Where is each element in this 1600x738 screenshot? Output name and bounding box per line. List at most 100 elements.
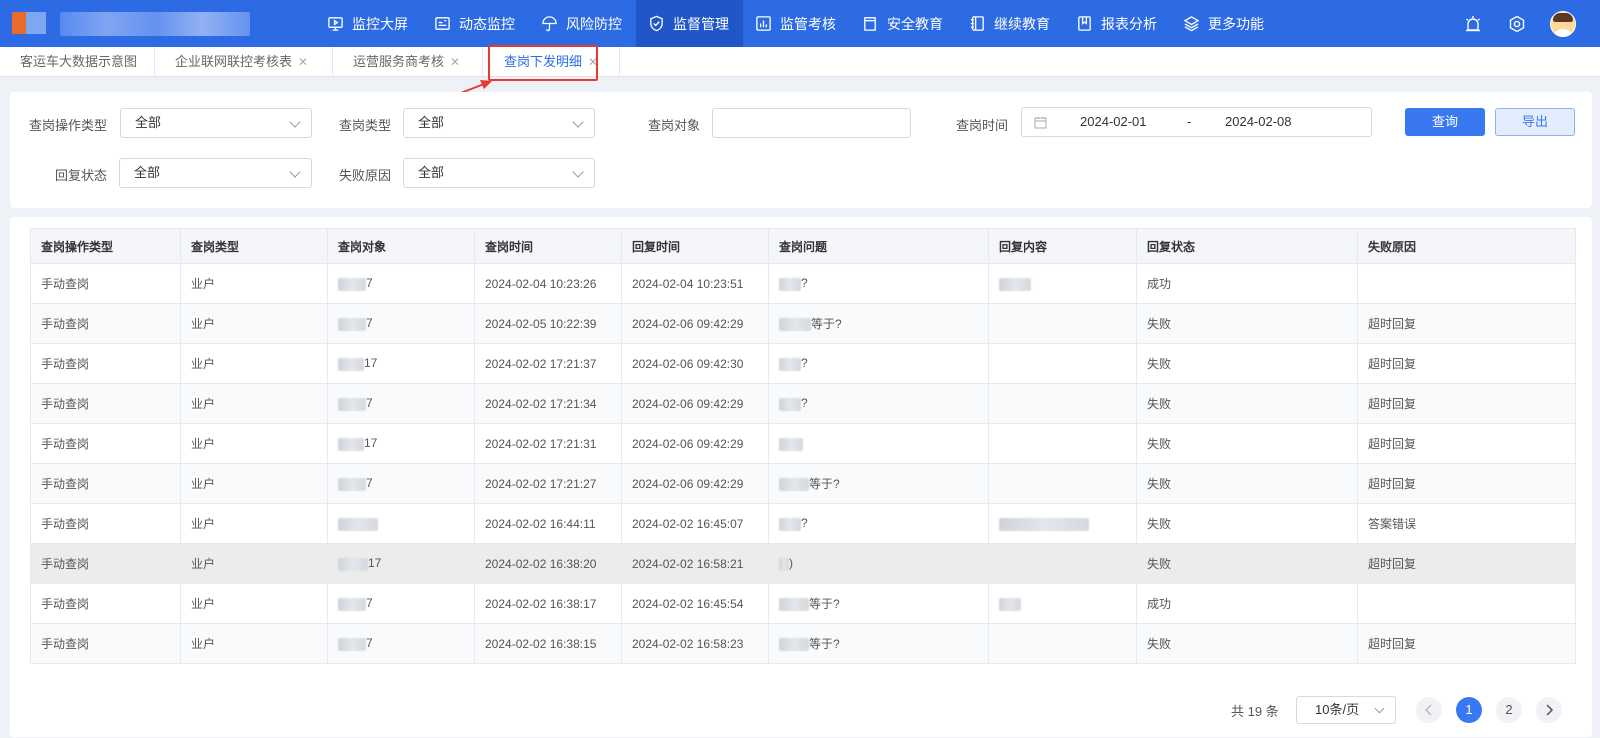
table-row[interactable]: 手动查岗 业户 7 2024-02-02 16:38:17 2024-02-02 16:… <box>30 583 1576 624</box>
cell-text: ? <box>801 356 808 371</box>
cell-answer <box>988 583 1137 624</box>
redacted-text <box>999 517 1089 531</box>
column-header: 查岗类型 <box>180 228 328 264</box>
table-row[interactable]: 手动查岗 业户 7 2024-02-02 16:38:15 2024-02-02 16:… <box>30 623 1576 664</box>
nav-item-label: 监督管理 <box>673 15 729 32</box>
cell-text: 等于? <box>809 637 840 651</box>
cell-op: 手动查岗 <box>30 503 181 544</box>
cell-reply-time: 2024-02-06 09:42:29 <box>621 463 769 504</box>
top-nav-bar: 监控大屏 动态监控 风险防控 监督管理 监管考核 安全教育 继续教育 报表分析 更多功能 <box>0 0 1600 47</box>
select-value: 全部 <box>418 165 445 180</box>
page-size-value: 10条/页 <box>1315 702 1360 717</box>
op-type-select[interactable]: 全部 <box>120 108 312 138</box>
date-range-picker[interactable]: 2024-02-01 - 2024-02-08 <box>1021 107 1372 137</box>
table-row[interactable]: 手动查岗 业户 17 2024-02-02 16:38:20 2024-02-02 16… <box>30 543 1576 584</box>
cell-type: 业户 <box>180 423 328 464</box>
nav-item-2[interactable]: 动态监控 <box>422 0 529 47</box>
redacted-text <box>779 517 801 531</box>
cell-type: 业户 <box>180 503 328 544</box>
redacted-text <box>779 638 809 652</box>
nav-item-5[interactable]: 监管考核 <box>743 0 850 47</box>
cell-status: 失败 <box>1136 423 1358 464</box>
table-row[interactable]: 手动查岗 业户 17 2024-02-02 17:21:37 2024-02-06 09… <box>30 343 1576 384</box>
cell-check-time: 2024-02-02 16:38:15 <box>474 623 622 664</box>
cell-answer <box>988 383 1137 424</box>
cell-reason: 超时回复 <box>1357 383 1576 424</box>
user-avatar-icon[interactable] <box>1550 10 1576 37</box>
close-icon[interactable]: ✕ <box>450 55 460 69</box>
cell-check-time: 2024-02-04 10:23:26 <box>474 263 622 304</box>
export-button[interactable]: 导出 <box>1495 108 1575 136</box>
top-right-icons <box>1440 0 1576 47</box>
nav-item-4[interactable]: 监督管理 <box>636 0 743 47</box>
table-row[interactable]: 手动查岗 业户 2024-02-02 16:44:11 2024-02-02 16:4… <box>30 503 1576 544</box>
reply-status-select[interactable]: 全部 <box>119 158 312 188</box>
cell-check-time: 2024-02-02 16:38:17 <box>474 583 622 624</box>
fail-reason-select[interactable]: 全部 <box>403 158 595 188</box>
tab-operator-assessment[interactable]: 运营服务商考核 ✕ <box>333 47 483 77</box>
bookmark-icon <box>1078 16 1091 31</box>
redacted-text <box>338 277 366 291</box>
nav-item-7[interactable]: 继续教育 <box>957 0 1064 47</box>
redacted-text <box>779 557 789 571</box>
cell-type: 业户 <box>180 543 328 584</box>
chevron-down-icon <box>289 116 301 128</box>
nav-item-9[interactable]: 更多功能 <box>1171 0 1278 47</box>
cell-text: 7 <box>366 316 373 331</box>
redacted-text <box>338 317 366 331</box>
calendar-icon <box>1034 117 1047 129</box>
table-row[interactable]: 手动查岗 业户 17 2024-02-02 17:21:31 2024-02-06 09… <box>30 423 1576 464</box>
redacted-text <box>338 637 366 651</box>
next-page-button[interactable] <box>1536 697 1562 723</box>
cell-reason: 超时回复 <box>1357 623 1576 664</box>
cell-target: 7 <box>327 463 475 504</box>
table-row[interactable]: 手动查岗 业户 7 2024-02-02 17:21:34 2024-02-06 09:… <box>30 383 1576 424</box>
cell-text: 17 <box>368 556 382 571</box>
page-2-button[interactable]: 2 <box>1496 697 1522 723</box>
end-date[interactable]: 2024-02-08 <box>1225 114 1292 129</box>
target-input[interactable] <box>712 108 911 138</box>
table-row[interactable]: 手动查岗 业户 7 2024-02-02 17:21:27 2024-02-06 09:… <box>30 463 1576 504</box>
cell-reason: 超时回复 <box>1357 543 1576 584</box>
fail-reason-label: 失败原因 <box>339 168 392 183</box>
cell-target: 7 <box>327 583 475 624</box>
settings-hexagon-icon[interactable] <box>1506 13 1528 35</box>
prev-page-button[interactable] <box>1416 697 1442 723</box>
bar-chart-icon <box>756 16 771 31</box>
tab-label: 客运车大数据示意图 <box>20 54 138 69</box>
tab-enterprise-assessment[interactable]: 企业联网联控考核表 ✕ <box>155 47 333 77</box>
cell-status: 失败 <box>1136 503 1358 544</box>
table-row[interactable]: 手动查岗 业户 7 2024-02-04 10:23:26 2024-02-04 10:… <box>30 263 1576 304</box>
cell-check-time: 2024-02-05 10:22:39 <box>474 303 622 344</box>
check-type-select[interactable]: 全部 <box>403 108 595 138</box>
cell-target: 17 <box>327 343 475 384</box>
cell-target: 7 <box>327 303 475 344</box>
cell-answer <box>988 263 1137 304</box>
nav-item-8[interactable]: 报表分析 <box>1064 0 1171 47</box>
page-size-select[interactable]: 10条/页 <box>1296 696 1396 724</box>
nav-item-1[interactable]: 监控大屏 <box>315 0 422 47</box>
cell-type: 业户 <box>180 583 328 624</box>
table-body: 手动查岗 业户 7 2024-02-04 10:23:26 2024-02-04 10:… <box>30 263 1576 664</box>
cell-text: ? <box>801 396 808 411</box>
start-date[interactable]: 2024-02-01 <box>1080 114 1147 129</box>
page-1-button[interactable]: 1 <box>1456 697 1482 723</box>
close-icon[interactable]: ✕ <box>298 55 308 69</box>
nav-item-6[interactable]: 安全教育 <box>850 0 957 47</box>
shield-check-icon <box>650 15 663 32</box>
cell-status: 失败 <box>1136 463 1358 504</box>
cell-op: 手动查岗 <box>30 303 181 344</box>
cell-op: 手动查岗 <box>30 583 181 624</box>
cell-reason: 答案错误 <box>1357 503 1576 544</box>
table-row[interactable]: 手动查岗 业户 7 2024-02-05 10:22:39 2024-02-06 09:… <box>30 303 1576 344</box>
cell-reason: 超时回复 <box>1357 303 1576 344</box>
cell-target: 7 <box>327 383 475 424</box>
cell-reply-time: 2024-02-02 16:45:54 <box>621 583 769 624</box>
cell-type: 业户 <box>180 343 328 384</box>
query-button[interactable]: 查询 <box>1405 108 1485 136</box>
date-separator: - <box>1187 114 1192 129</box>
tab-bus-bigdata[interactable]: 客运车大数据示意图 <box>0 47 155 77</box>
nav-item-3[interactable]: 风险防控 <box>529 0 636 47</box>
cell-status: 失败 <box>1136 343 1358 384</box>
alarm-light-icon[interactable] <box>1462 13 1484 35</box>
